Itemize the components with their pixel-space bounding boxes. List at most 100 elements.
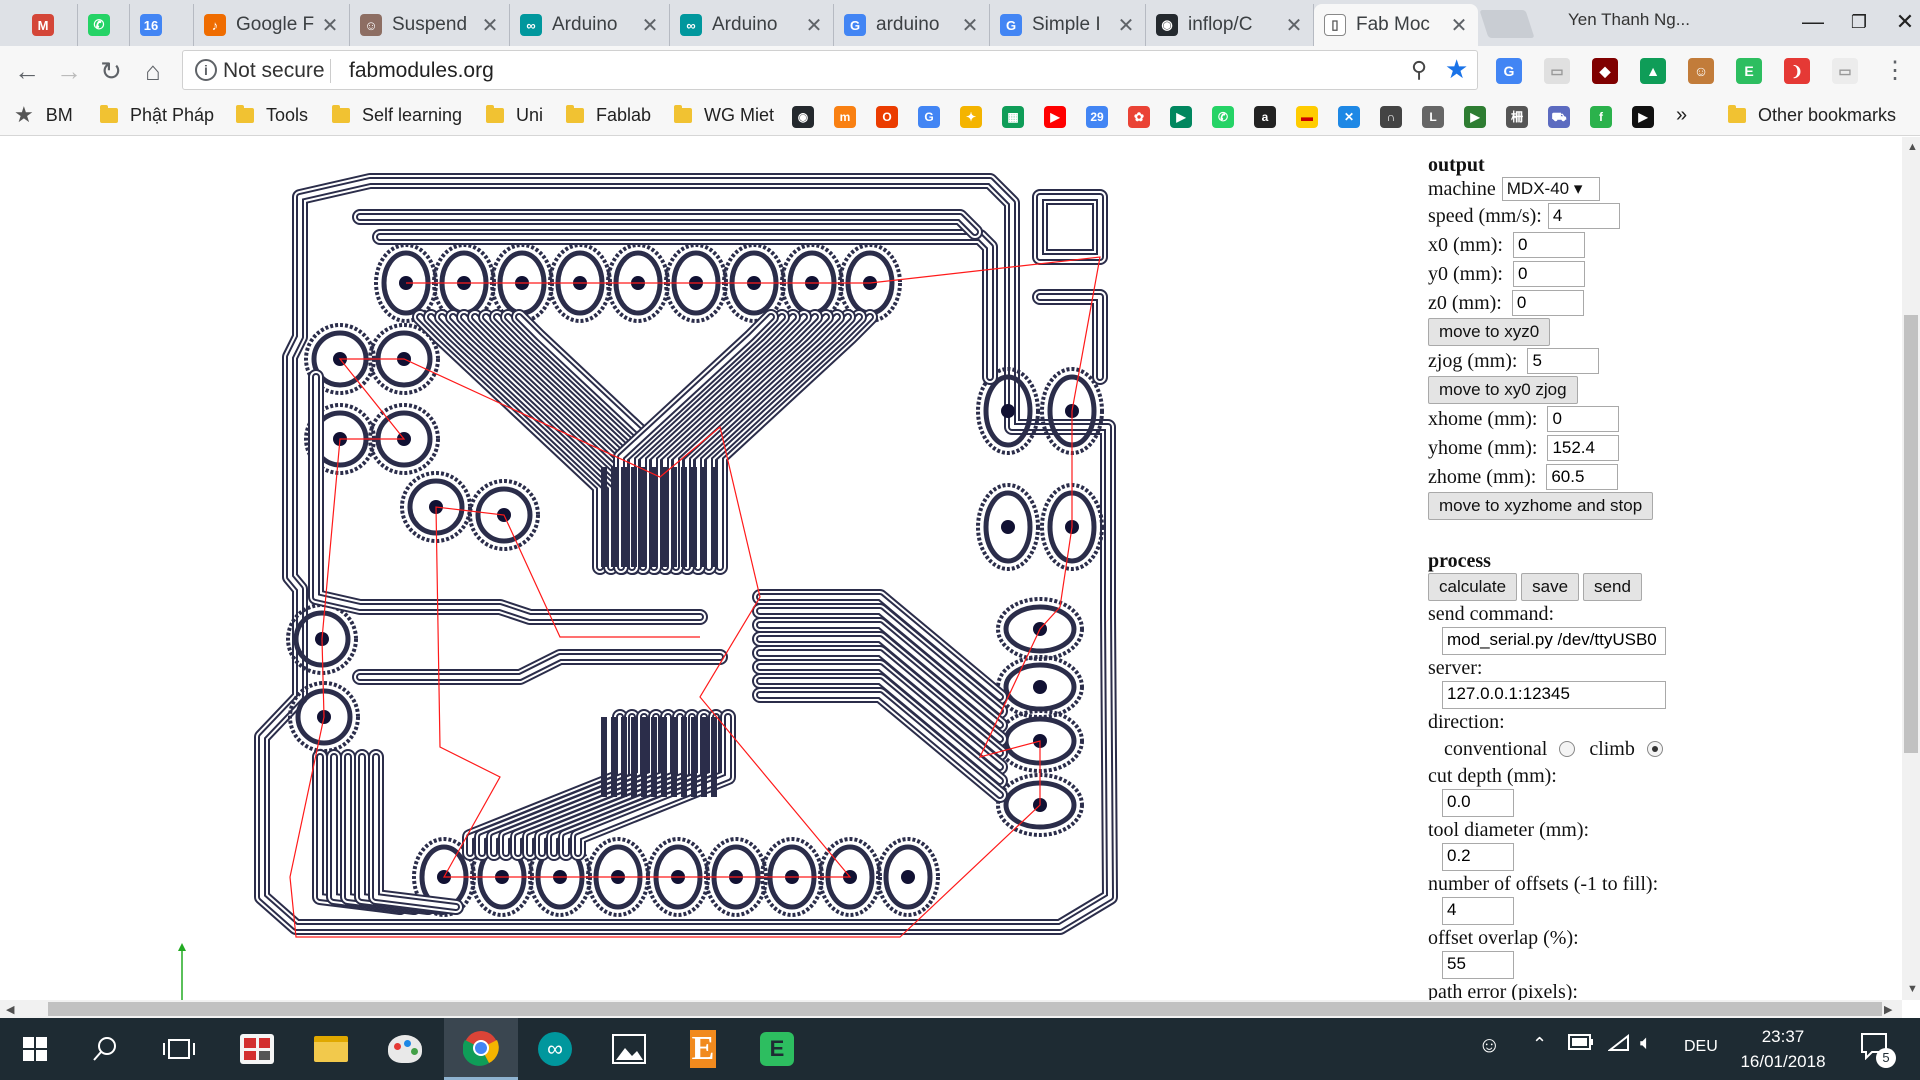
task-view-icon[interactable] [144,1018,214,1080]
zhome-input[interactable]: 60.5 [1546,464,1619,490]
info-icon[interactable]: i [195,59,217,81]
sheets-icon[interactable]: ▦ [1002,106,1024,128]
paint-icon[interactable] [368,1018,442,1080]
moodle-icon[interactable]: m [834,106,856,128]
vertical-scroll-thumb[interactable] [1904,315,1918,753]
eagle-icon[interactable]: E [666,1018,740,1080]
x0-input[interactable]: 0 [1513,232,1585,258]
bookmark-folder-uni[interactable]: Uni [486,102,543,128]
pcb-toolpath-preview[interactable] [0,137,1420,1000]
close-tab-icon[interactable]: ✕ [639,13,661,38]
back-arrow-icon[interactable]: ← [10,54,44,88]
speed-input[interactable]: 4 [1547,203,1620,229]
offsets-input[interactable]: 4 [1442,897,1514,925]
move-to-xyz0-button[interactable]: move to xyz0 [1428,318,1551,346]
cut-depth-input[interactable]: 0.0 [1442,789,1514,817]
climb-radio[interactable] [1646,741,1663,757]
tool-diameter-input[interactable]: 0.2 [1442,843,1514,871]
send-command-input[interactable]: mod_serial.py /dev/ttyUSB0 [1442,627,1666,655]
evernote-taskbar-icon[interactable]: E [740,1018,814,1080]
windows-start-icon[interactable] [0,1018,70,1080]
profile-name[interactable]: Yen Thanh Ng... [1568,10,1690,30]
keep-icon[interactable]: ✦ [960,106,982,128]
suspender-extension-icon[interactable]: ☺ [1688,58,1714,84]
browser-tab[interactable]: 16 [130,4,194,46]
arduino-taskbar-icon[interactable]: ∞ [518,1018,592,1080]
bookmark-star-icon[interactable]: ★ [1445,54,1468,85]
close-tab-icon[interactable]: ✕ [1448,13,1470,38]
close-tab-icon[interactable]: ✕ [959,13,981,38]
headphones-icon[interactable]: ∩ [1380,106,1402,128]
move-to-xy0-zjog-button[interactable]: move to xy0 zjog [1428,376,1578,404]
calendar-icon[interactable]: 29 [1086,106,1108,128]
feedly-icon[interactable]: f [1590,106,1612,128]
machine-select[interactable]: MDX-40 ▾ [1501,177,1600,201]
new-tab-button[interactable] [1479,10,1535,38]
close-tab-icon[interactable]: ✕ [319,13,341,38]
close-tab-icon[interactable]: ✕ [1115,13,1137,38]
quote-extension-icon[interactable]: ❩ [1784,58,1810,84]
scroll-right-arrow-icon[interactable]: ▶ [1884,1003,1892,1016]
scroll-down-arrow-icon[interactable]: ▼ [1907,983,1918,995]
scroll-up-arrow-icon[interactable]: ▲ [1907,141,1918,153]
home-icon[interactable]: ⌂ [136,54,170,88]
address-bar[interactable]: i Not secure fabmodules.org ⚲ ★ [182,50,1478,90]
browser-tab[interactable]: ☺ Suspend ✕ [350,4,510,46]
browser-tab[interactable]: M [22,4,78,46]
horizontal-scrollbar[interactable]: ◀ ▶ [0,1000,1902,1018]
forward-arrow-icon[interactable]: → [52,54,86,88]
url-text[interactable]: fabmodules.org [349,59,494,83]
battery-icon[interactable] [1568,1034,1594,1055]
vertical-scrollbar[interactable]: ▲ ▼ [1902,137,1920,1000]
browser-tab[interactable]: ◉ inflop/C ✕ [1146,4,1314,46]
github-icon[interactable]: ◉ [792,106,814,128]
bookmark-folder-fablab[interactable]: Fablab [566,102,651,128]
scroll-left-arrow-icon[interactable]: ◀ [6,1003,14,1016]
office-icon[interactable]: O [876,106,898,128]
extension-icon[interactable]: ▭ [1544,58,1570,84]
bookmark-folder-phat-phap[interactable]: Phật Pháp [100,102,214,128]
z0-input[interactable]: 0 [1511,290,1584,316]
kanji-icon[interactable]: 柵 [1506,106,1528,128]
browser-tab[interactable]: ∞ Arduino ✕ [510,4,670,46]
conventional-radio[interactable] [1559,741,1576,757]
xhome-input[interactable]: 0 [1547,406,1620,432]
cart-icon[interactable]: ⛟ [1548,106,1570,128]
browser-tab[interactable]: G Simple I ✕ [990,4,1146,46]
evernote-icon[interactable]: E [1736,58,1762,84]
dhl-icon[interactable]: ▬ [1296,106,1318,128]
browser-tab[interactable]: ▯ Fab Moc ✕ [1314,4,1478,46]
move-to-xyzhome-and-stop-button[interactable]: move to xyzhome and stop [1428,492,1654,520]
send-button[interactable]: send [1583,573,1642,601]
google-icon[interactable]: G [918,106,940,128]
file-explorer-icon[interactable] [294,1018,368,1080]
bookmark-bm[interactable]: ★ BM [14,102,73,128]
search-icon[interactable] [70,1018,140,1080]
whatsapp-icon[interactable]: ✆ [1212,106,1234,128]
menu-dots-icon[interactable]: ⋮ [1878,54,1912,88]
minimize-icon[interactable]: — [1790,6,1836,38]
server-input[interactable]: 127.0.0.1:12345 [1442,681,1666,709]
volume-icon[interactable]: 🔈︎ [1640,1032,1652,1055]
bookmark-folder-tools[interactable]: Tools [236,102,308,128]
show-hidden-icons-chevron[interactable]: ⌃ [1532,1034,1547,1055]
more-bookmarks-chevron[interactable]: » [1676,102,1687,128]
google-drive-icon[interactable]: ▲ [1640,58,1666,84]
photos-icon[interactable]: ✿ [1128,106,1150,128]
chrome-taskbar-icon[interactable] [444,1018,518,1080]
close-tab-icon[interactable]: ✕ [803,13,825,38]
photos-icon[interactable] [592,1018,666,1080]
toolpath-canvas[interactable] [0,137,1420,1000]
zjog-input[interactable]: 5 [1527,348,1600,374]
browser-tab[interactable]: ♪ Google F ✕ [194,4,350,46]
restore-icon[interactable]: ❐ [1836,6,1882,38]
people-icon[interactable]: ☺ [1478,1032,1500,1058]
save-button[interactable]: save [1521,573,1580,601]
overlap-input[interactable]: 55 [1442,951,1514,979]
yhome-input[interactable]: 152.4 [1547,435,1620,461]
y0-input[interactable]: 0 [1513,261,1585,287]
wifi-icon[interactable] [1607,1033,1630,1057]
calculate-button[interactable]: calculate [1428,573,1518,601]
feed-icon[interactable]: ▶ [1464,106,1486,128]
translate-extension-icon[interactable]: G [1496,58,1522,84]
